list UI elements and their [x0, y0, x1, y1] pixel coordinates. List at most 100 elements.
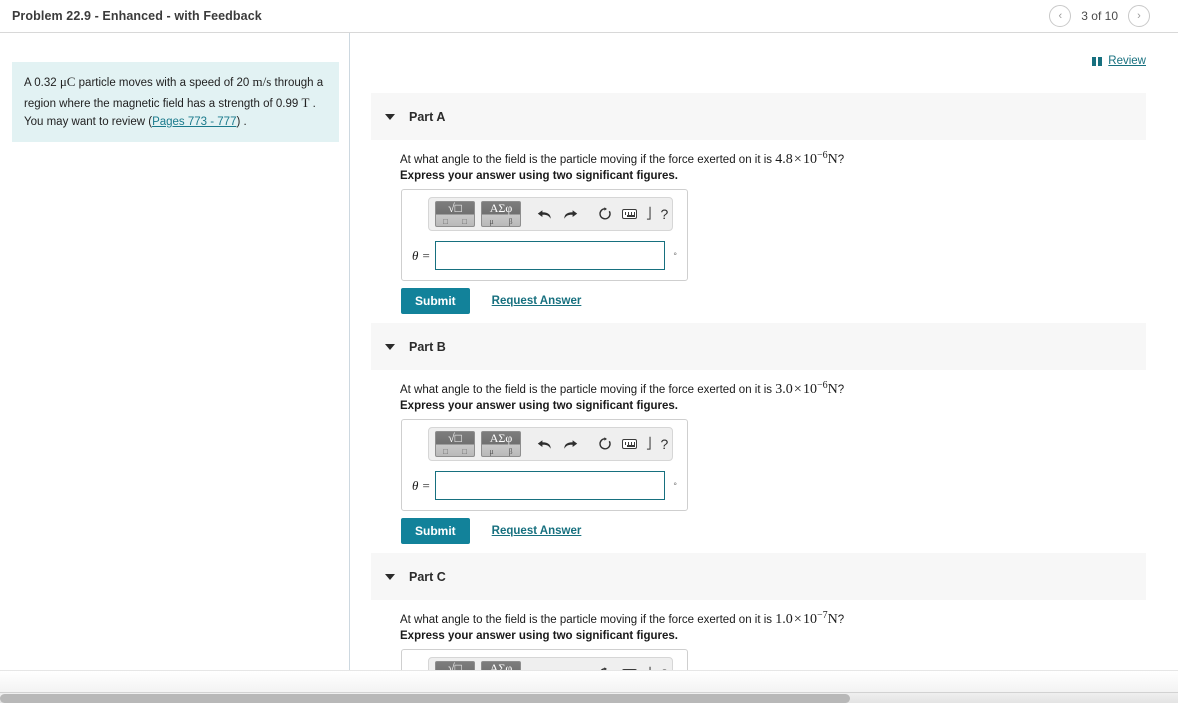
problem-pager: ‹ 3 of 10 › — [1049, 5, 1150, 27]
unit-microcoulomb: μC — [59, 74, 76, 89]
greek-glyph-a: ΑΣφ — [489, 201, 513, 215]
force-unit-c: N — [827, 611, 838, 627]
math-template-button-b[interactable]: √□ □ □ — [435, 431, 475, 457]
help-icon-a[interactable]: ? — [661, 207, 669, 221]
force-mantissa-b: 3.0 — [775, 381, 793, 397]
force-times-c: × — [793, 611, 802, 627]
chevron-left-icon: ‹ — [1058, 9, 1063, 22]
math-template-button-c[interactable]: √□ □ □ — [435, 661, 475, 687]
bracket-icon-a[interactable]: ⎦ — [646, 208, 652, 220]
question-suffix-b: ? — [837, 383, 845, 396]
template-subrow-b: □ □ — [443, 447, 467, 456]
part-header-b[interactable]: Part B — [371, 323, 1146, 370]
question-prefix-a: At what angle to the field is the partic… — [400, 153, 776, 166]
collapse-caret-icon-b[interactable] — [385, 343, 395, 350]
part-title-b: Part B — [409, 339, 446, 354]
theta-label-b: θ = — [412, 477, 431, 493]
question-text-b: At what angle to the field is the partic… — [400, 380, 844, 398]
request-answer-link-b[interactable]: Request Answer — [492, 525, 582, 537]
template-glyph-c: √□ — [448, 661, 462, 675]
keyboard-icon-c[interactable] — [622, 669, 637, 679]
reset-icon-c[interactable] — [598, 667, 612, 681]
force-base-b: 10 — [802, 381, 817, 397]
answer-widget-a: √□ □ □ ΑΣφ μ β ⎦ ? θ = ° — [401, 189, 688, 281]
force-exponent-b: −6 — [816, 380, 828, 391]
force-mantissa-a: 4.8 — [775, 151, 793, 167]
force-times-b: × — [793, 381, 802, 397]
problem-statement-box: A 0.32 μC particle moves with a speed of… — [12, 62, 339, 143]
greek-glyph-c: ΑΣφ — [489, 661, 513, 675]
horizontal-scrollbar-thumb[interactable] — [0, 694, 850, 703]
template-subrow-a: □ □ — [443, 217, 467, 226]
redo-icon-c[interactable] — [563, 668, 578, 681]
force-base-a: 10 — [802, 151, 817, 167]
answer-input-a[interactable] — [435, 241, 666, 270]
greek-symbols-button-a[interactable]: ΑΣφ μ β — [481, 201, 521, 227]
reset-icon-a[interactable] — [598, 207, 612, 221]
submit-button-a[interactable]: Submit — [401, 288, 470, 314]
help-icon-b[interactable]: ? — [661, 437, 669, 451]
answer-input-row-a: θ = ° — [412, 241, 677, 270]
undo-icon-b[interactable] — [537, 438, 552, 451]
submit-row-a: Submit Request Answer — [401, 288, 581, 314]
question-text-a: At what angle to the field is the partic… — [400, 150, 844, 168]
degree-unit-a: ° — [673, 250, 678, 261]
bracket-icon-c[interactable]: ⎦ — [646, 668, 652, 680]
collapse-caret-icon-c[interactable] — [385, 573, 395, 580]
template-glyph-a: √□ — [448, 201, 462, 215]
math-toolbar-c: √□ □ □ ΑΣφ μ β ⎦ ? — [428, 657, 673, 691]
greek-subrow-a: μ β — [489, 217, 513, 226]
answer-input-row-b: θ = ° — [412, 471, 677, 500]
parts-pane: Review Part A At what angle to the field… — [351, 33, 1178, 692]
next-problem-button[interactable]: › — [1128, 5, 1150, 27]
submit-button-b[interactable]: Submit — [401, 518, 470, 544]
request-answer-link-a[interactable]: Request Answer — [492, 295, 582, 307]
sig-figs-note-b: Express your answer using two significan… — [400, 400, 678, 412]
reset-icon-b[interactable] — [598, 437, 612, 451]
part-title-c: Part C — [409, 569, 446, 584]
pages-link[interactable]: Pages 773 - 777 — [152, 116, 236, 128]
keyboard-icon-b[interactable] — [622, 439, 637, 449]
chevron-right-icon: › — [1137, 9, 1141, 22]
page-title: Problem 22.9 - Enhanced - with Feedback — [12, 9, 262, 23]
undo-icon-a[interactable] — [537, 208, 552, 221]
top-bar: Problem 22.9 - Enhanced - with Feedback … — [0, 0, 1178, 33]
force-exponent-a: −6 — [816, 150, 828, 161]
answer-input-b[interactable] — [435, 471, 666, 500]
review-link[interactable]: Review — [1108, 55, 1146, 67]
question-suffix-a: ? — [837, 153, 845, 166]
question-text-c: At what angle to the field is the partic… — [400, 610, 844, 628]
sig-figs-note-c: Express your answer using two significan… — [400, 630, 678, 642]
part-header-a[interactable]: Part A — [371, 93, 1146, 140]
redo-icon-b[interactable] — [563, 438, 578, 451]
answer-widget-c: √□ □ □ ΑΣφ μ β ⎦ ? — [401, 649, 688, 692]
greek-symbols-button-b[interactable]: ΑΣφ μ β — [481, 431, 521, 457]
undo-icon-c[interactable] — [537, 668, 552, 681]
math-toolbar-b: √□ □ □ ΑΣφ μ β ⎦ ? — [428, 427, 673, 461]
problem-text-1: A 0.32 — [24, 77, 60, 89]
greek-symbols-button-c[interactable]: ΑΣφ μ β — [481, 661, 521, 687]
help-icon-c[interactable]: ? — [661, 667, 669, 681]
bracket-icon-b[interactable]: ⎦ — [646, 438, 652, 450]
collapse-caret-icon-a[interactable] — [385, 113, 395, 120]
question-prefix-b: At what angle to the field is the partic… — [400, 383, 776, 396]
part-header-c[interactable]: Part C — [371, 553, 1146, 600]
book-icon — [1092, 56, 1103, 66]
previous-problem-button[interactable]: ‹ — [1049, 5, 1072, 27]
degree-unit-b: ° — [673, 480, 678, 491]
part-title-a: Part A — [409, 109, 446, 124]
horizontal-scrollbar[interactable] — [0, 692, 1178, 703]
math-template-button-a[interactable]: √□ □ □ — [435, 201, 475, 227]
force-mantissa-c: 1.0 — [775, 611, 793, 627]
problem-text-2: particle moves with a speed of 20 — [75, 77, 253, 89]
page-root: Problem 22.9 - Enhanced - with Feedback … — [0, 0, 1178, 703]
math-toolbar-a: √□ □ □ ΑΣφ μ β ⎦ ? — [428, 197, 673, 231]
template-subrow-c: □ □ — [443, 677, 467, 686]
force-base-c: 10 — [802, 611, 817, 627]
pager-label: 3 of 10 — [1081, 9, 1118, 23]
problem-statement-pane: A 0.32 μC particle moves with a speed of… — [0, 33, 350, 692]
keyboard-icon-a[interactable] — [622, 209, 637, 219]
redo-icon-a[interactable] — [563, 208, 578, 221]
question-suffix-c: ? — [837, 613, 845, 626]
greek-glyph-b: ΑΣφ — [489, 431, 513, 445]
